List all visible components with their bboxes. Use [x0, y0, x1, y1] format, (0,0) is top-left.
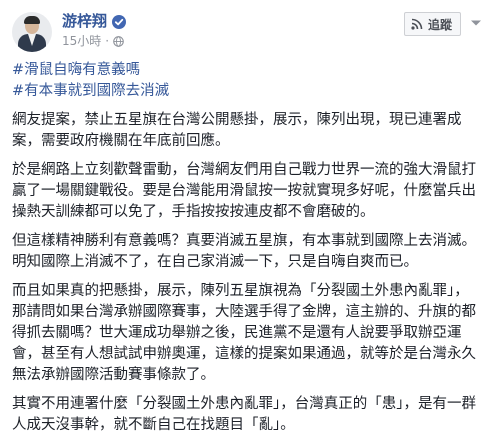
post-subline: 15小時 ·	[62, 35, 126, 47]
rss-feed-icon	[411, 18, 423, 30]
facebook-post: 游梓翔 15小時 · 追蹤 #滑鼠自嗨有意義嗎 #有本事就到國際去消滅 網友提案…	[0, 0, 495, 433]
post-paragraph: 其實不用連署什麼「分裂國土外患內亂罪」，台灣真正的「患」，是有一群人成天沒事幹，…	[12, 396, 476, 433]
hashtag-list: #滑鼠自嗨有意義嗎 #有本事就到國際去消滅	[12, 60, 483, 102]
author-meta: 游梓翔 15小時 ·	[62, 10, 127, 47]
follow-button[interactable]: 追蹤	[403, 12, 461, 36]
post-paragraph: 而且如果真的把懸掛，展示，陳列五星旗視為「分裂國土外患內亂罪」，那請問如果台灣承…	[12, 283, 476, 383]
author-name[interactable]: 游梓翔	[62, 14, 107, 29]
globe-icon[interactable]	[113, 35, 124, 47]
avatar[interactable]	[12, 12, 52, 52]
follow-label: 追蹤	[427, 17, 452, 32]
hashtag-link[interactable]: #滑鼠自嗨有意義嗎	[12, 60, 483, 81]
more-options-icon	[471, 20, 481, 26]
post-timestamp[interactable]: 15小時	[62, 35, 101, 47]
post-paragraph: 於是網路上立刻歡聲雷動，台灣網友們用自己戰力世界一流的強大滑鼠打贏了一場關鍵戰役…	[12, 162, 476, 220]
hashtag-link[interactable]: #有本事就到國際去消滅	[12, 81, 483, 102]
separator-dot: ·	[105, 34, 110, 48]
verified-badge-icon	[112, 14, 127, 29]
more-options-button[interactable]	[467, 14, 485, 32]
avatar-hair	[24, 16, 40, 24]
post-paragraph: 網友提案，禁止五星旗在台灣公開懸掛，展示，陳列出現，現已連署成案，需要政府機關在…	[12, 112, 462, 149]
post-paragraph: 但這樣精神勝利有意義嗎？真要消滅五星旗，有本事就到國際上去消滅。明知國際上消滅不…	[12, 233, 476, 270]
name-row: 游梓翔	[62, 14, 127, 29]
